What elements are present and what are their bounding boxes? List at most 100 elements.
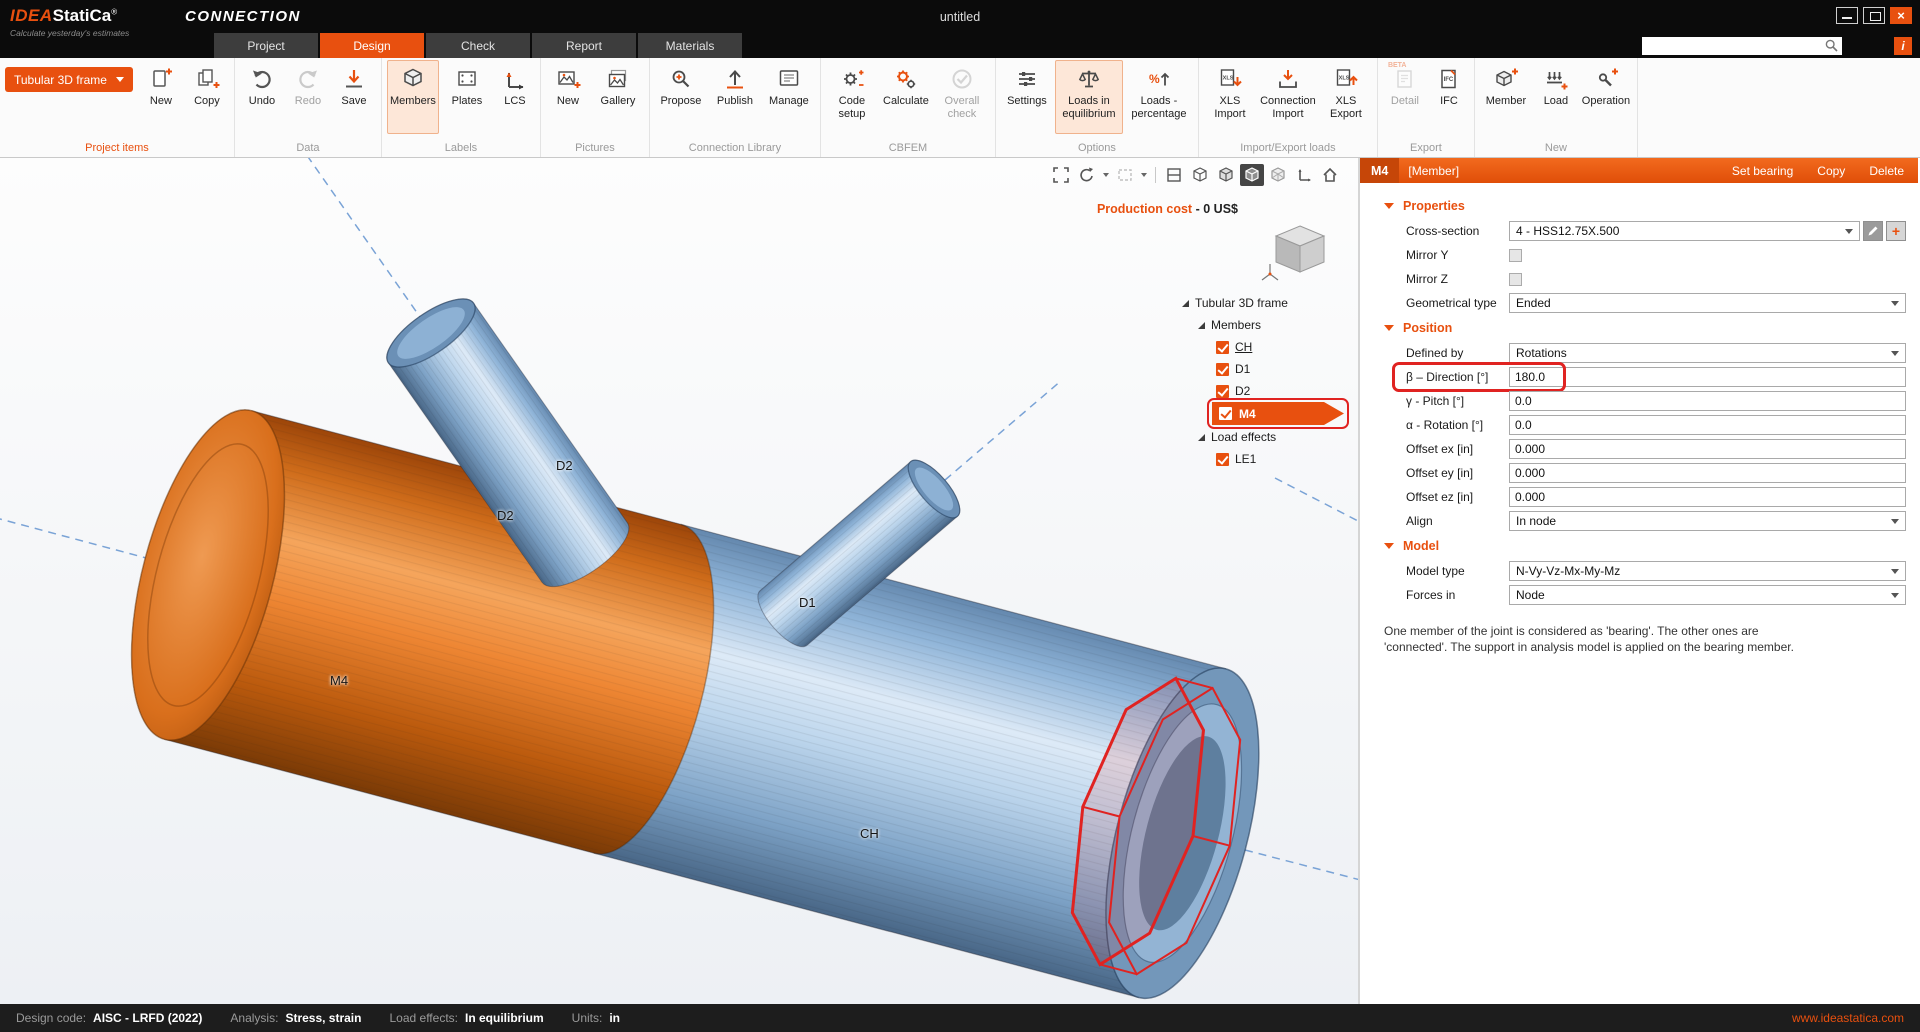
expander-icon[interactable]	[1198, 322, 1205, 329]
settings-button[interactable]: Settings	[1001, 60, 1053, 134]
offset-ez-input[interactable]	[1509, 487, 1906, 507]
defined-by-dropdown[interactable]: Rotations	[1509, 343, 1906, 363]
tree-group-load-effects[interactable]: Load effects	[1182, 426, 1352, 448]
mirror-y-checkbox[interactable]	[1509, 249, 1522, 262]
set-bearing-button[interactable]: Set bearing	[1732, 164, 1793, 178]
calculate-button[interactable]: Calculate	[880, 60, 932, 134]
checkbox-checked-icon[interactable]	[1216, 341, 1229, 354]
close-button[interactable]: ×	[1890, 7, 1912, 24]
project-item-selector[interactable]: Tubular 3D frame	[5, 67, 133, 92]
group-label-pictures: Pictures	[546, 139, 644, 157]
checkbox-checked-icon[interactable]	[1216, 363, 1229, 376]
tree-item-d2[interactable]: D2	[1182, 380, 1352, 402]
code-setup-button[interactable]: Code setup	[826, 60, 878, 134]
detail-export-button[interactable]: BETA Detail	[1383, 60, 1427, 134]
propose-button[interactable]: Propose	[655, 60, 707, 134]
marquee-select-button[interactable]	[1113, 164, 1137, 186]
xls-import-button[interactable]: XLS XLS Import	[1204, 60, 1256, 134]
transparent-view-button[interactable]	[1266, 164, 1290, 186]
section-properties[interactable]: Properties	[1360, 193, 1906, 219]
offset-ey-input[interactable]	[1509, 463, 1906, 483]
viewport-3d[interactable]: D2 D2 D1 M4 CH Production cost - 0 US$	[0, 158, 1360, 1004]
publish-button[interactable]: Publish	[709, 60, 761, 134]
selected-member-banner[interactable]: M4	[1212, 402, 1344, 425]
xls-export-button[interactable]: XLS XLS Export	[1320, 60, 1372, 134]
offset-ex-input[interactable]	[1509, 439, 1906, 459]
members-labels-button[interactable]: Members	[387, 60, 439, 134]
tree-item-d1[interactable]: D1	[1182, 358, 1352, 380]
overall-check-button[interactable]: Overall check	[934, 60, 990, 134]
delete-member-button[interactable]: Delete	[1869, 164, 1904, 178]
new-load-button[interactable]: Load	[1534, 60, 1578, 134]
tree-root[interactable]: Tubular 3D frame	[1182, 292, 1352, 314]
undo-button[interactable]: Undo	[240, 60, 284, 134]
member-label-ch: CH	[860, 826, 879, 841]
gallery-button[interactable]: Gallery	[592, 60, 644, 134]
new-project-item-button[interactable]: New	[139, 60, 183, 134]
tree-item-ch[interactable]: CH	[1182, 336, 1352, 358]
section-position[interactable]: Position	[1360, 315, 1906, 341]
checkbox-checked-icon[interactable]	[1216, 385, 1229, 398]
orbit-button[interactable]	[1075, 164, 1099, 186]
connection-import-button[interactable]: Connection Import	[1258, 60, 1318, 134]
tab-check[interactable]: Check	[426, 33, 530, 58]
mirror-z-checkbox[interactable]	[1509, 273, 1522, 286]
axes-view-button[interactable]	[1292, 164, 1316, 186]
page-plus-icon	[148, 66, 174, 92]
solid-view-button[interactable]	[1240, 164, 1264, 186]
loads-in-equilibrium-button[interactable]: Loads in equilibrium	[1055, 60, 1123, 134]
copy-member-button[interactable]: Copy	[1817, 164, 1845, 178]
info-button[interactable]: i	[1894, 37, 1912, 55]
fit-view-button[interactable]	[1049, 164, 1073, 186]
section-model[interactable]: Model	[1360, 533, 1906, 559]
production-cost-value: 0 US$	[1203, 202, 1238, 216]
wireframe-view-button[interactable]	[1188, 164, 1212, 186]
align-dropdown[interactable]: In node	[1509, 511, 1906, 531]
checkbox-checked-icon[interactable]	[1219, 407, 1232, 420]
minimize-button[interactable]	[1836, 7, 1858, 24]
tab-materials[interactable]: Materials	[638, 33, 742, 58]
tab-project[interactable]: Project	[214, 33, 318, 58]
expander-icon[interactable]	[1182, 300, 1189, 307]
orbit-menu-chevron[interactable]	[1103, 173, 1109, 177]
tab-design[interactable]: Design	[320, 33, 424, 58]
tab-report[interactable]: Report	[532, 33, 636, 58]
search-input[interactable]	[1646, 40, 1821, 52]
select-menu-chevron[interactable]	[1141, 173, 1147, 177]
app-name: CONNECTION	[185, 8, 301, 25]
new-picture-button[interactable]: New	[546, 60, 590, 134]
new-operation-button[interactable]: Operation	[1580, 60, 1632, 134]
home-view-button[interactable]	[1318, 164, 1342, 186]
beta-badge: BETA	[1388, 62, 1407, 69]
shaded-view-button[interactable]	[1214, 164, 1238, 186]
redo-button[interactable]: Redo	[286, 60, 330, 134]
tree-item-le1[interactable]: LE1	[1182, 448, 1352, 470]
cross-section-dropdown[interactable]: 4 - HSS12.75X.500	[1509, 221, 1860, 241]
search-box[interactable]	[1642, 37, 1842, 55]
new-member-button[interactable]: Member	[1480, 60, 1532, 134]
maximize-button[interactable]	[1863, 7, 1885, 24]
checkbox-checked-icon[interactable]	[1216, 453, 1229, 466]
navigation-cube[interactable]	[1260, 222, 1334, 289]
clip-button[interactable]	[1162, 164, 1186, 186]
plates-labels-button[interactable]: Plates	[441, 60, 493, 134]
save-button[interactable]: Save	[332, 60, 376, 134]
gamma-pitch-input[interactable]	[1509, 391, 1906, 411]
edit-cross-section-button[interactable]	[1863, 221, 1883, 241]
beta-direction-input[interactable]	[1509, 367, 1906, 387]
geometrical-type-dropdown[interactable]: Ended	[1509, 293, 1906, 313]
add-cross-section-button[interactable]: +	[1886, 221, 1906, 241]
forces-in-dropdown[interactable]: Node	[1509, 585, 1906, 605]
copy-project-item-button[interactable]: Copy	[185, 60, 229, 134]
loads-percentage-button[interactable]: % Loads - percentage	[1125, 60, 1193, 134]
model-3d-render[interactable]	[0, 158, 1360, 1004]
tree-item-m4-selected[interactable]: M4	[1212, 402, 1352, 426]
tree-group-members[interactable]: Members	[1182, 314, 1352, 336]
website-link[interactable]: www.ideastatica.com	[1792, 1011, 1904, 1025]
expander-icon[interactable]	[1198, 434, 1205, 441]
model-type-dropdown[interactable]: N-Vy-Vz-Mx-My-Mz	[1509, 561, 1906, 581]
lcs-labels-button[interactable]: LCS	[495, 60, 535, 134]
manage-button[interactable]: Manage	[763, 60, 815, 134]
ifc-export-button[interactable]: IFC IFC	[1429, 60, 1469, 134]
alpha-rotation-input[interactable]	[1509, 415, 1906, 435]
